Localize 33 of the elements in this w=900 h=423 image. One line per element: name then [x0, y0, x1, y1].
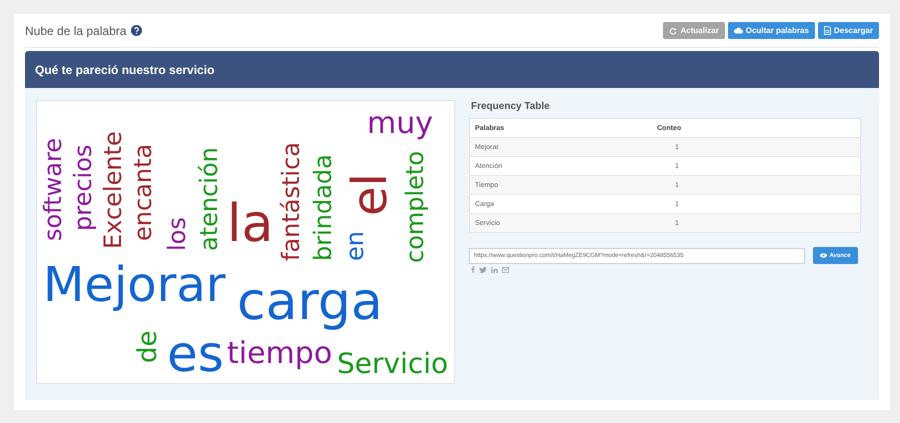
page-title: Nube de la palabra	[25, 24, 126, 38]
question-title: Qué te pareció nuestro servicio	[35, 62, 214, 76]
cloud-word: fantástica	[277, 142, 305, 261]
cloud-word: atención	[195, 147, 223, 251]
cloud-word: encanta	[129, 144, 157, 241]
bird-icon[interactable]	[479, 266, 487, 272]
toolbar-button[interactable]: Descargar	[818, 22, 879, 39]
refresh-icon	[669, 26, 678, 34]
cloud-word: precios	[69, 144, 97, 231]
cloud-word: en	[341, 231, 369, 261]
cloud-word: Servicio	[337, 347, 448, 380]
email-icon[interactable]	[502, 266, 509, 272]
linkedin-icon[interactable]	[491, 266, 498, 272]
cloud-word: tiempo	[227, 336, 332, 371]
cloud-word: completo	[401, 150, 429, 263]
facebook-icon[interactable]	[471, 266, 475, 273]
cloud-word: la	[227, 194, 274, 254]
cloud-icon	[734, 27, 743, 34]
cloud-word: los	[163, 217, 191, 251]
table-title: Frequency Table	[471, 101, 551, 112]
cloud-word: el	[342, 173, 398, 216]
help-icon[interactable]	[131, 25, 142, 36]
toolbar-button[interactable]: Ocultar palabras	[728, 22, 815, 39]
cloud-word: brindada	[309, 154, 337, 261]
document-icon	[824, 26, 831, 35]
cloud-word: Excelente	[99, 131, 127, 249]
cloud-word: es	[167, 325, 224, 383]
cloud-word: carga	[237, 272, 383, 332]
cloud-word: muy	[367, 106, 433, 141]
cloud-word: Mejorar	[43, 257, 226, 313]
cloud-word: de	[133, 330, 163, 363]
cloud-word: software	[39, 138, 67, 241]
eye-icon	[820, 253, 828, 258]
